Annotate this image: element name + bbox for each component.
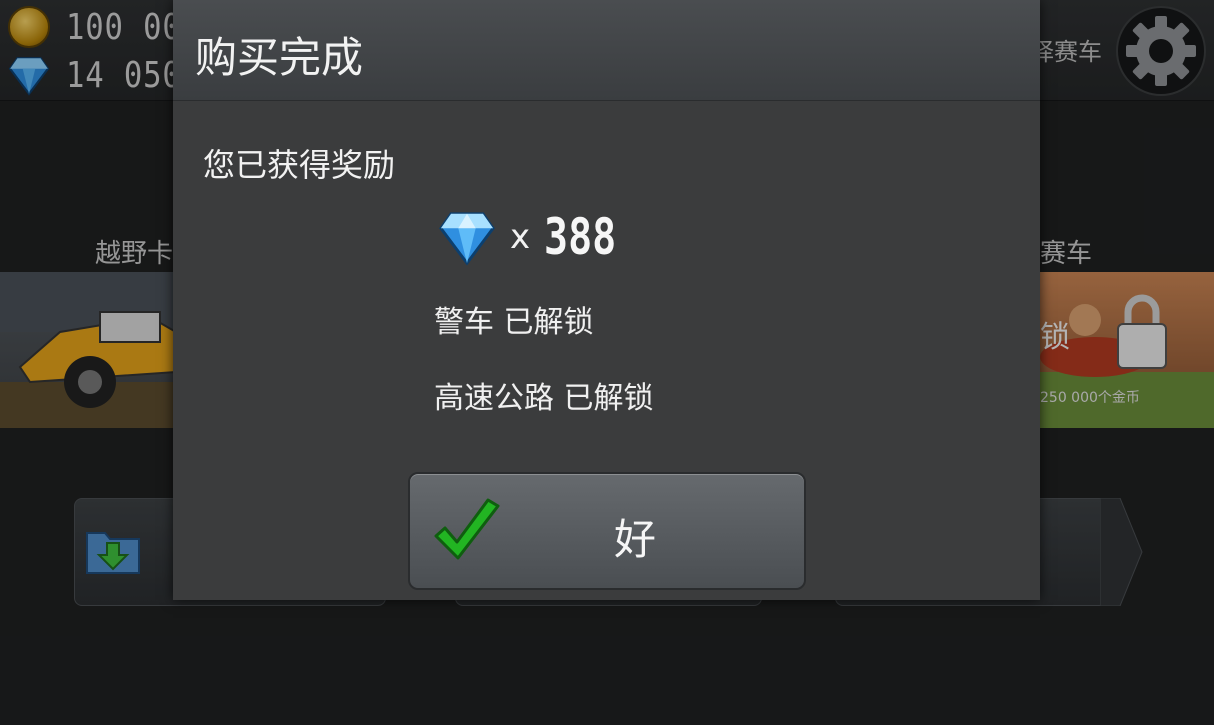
reward-multiplier: x bbox=[510, 217, 531, 257]
reward-count: 388 bbox=[544, 208, 617, 266]
reward-row: x 388 bbox=[438, 208, 634, 266]
checkmark-icon bbox=[434, 498, 500, 560]
dialog-subtitle: 您已获得奖励 bbox=[203, 146, 396, 184]
gem-icon bbox=[439, 212, 495, 266]
unlock-police-car: 警车 已解锁 bbox=[434, 305, 594, 340]
purchase-complete-dialog: 购买完成 您已获得奖励 x 388 警车 已解锁 高速公路 已解锁 好 bbox=[173, 0, 1040, 600]
dialog-title: 购买完成 bbox=[195, 33, 364, 82]
ok-button-label: 好 bbox=[614, 515, 657, 564]
unlock-highway: 高速公路 已解锁 bbox=[434, 381, 654, 416]
ok-button[interactable]: 好 bbox=[408, 472, 806, 590]
